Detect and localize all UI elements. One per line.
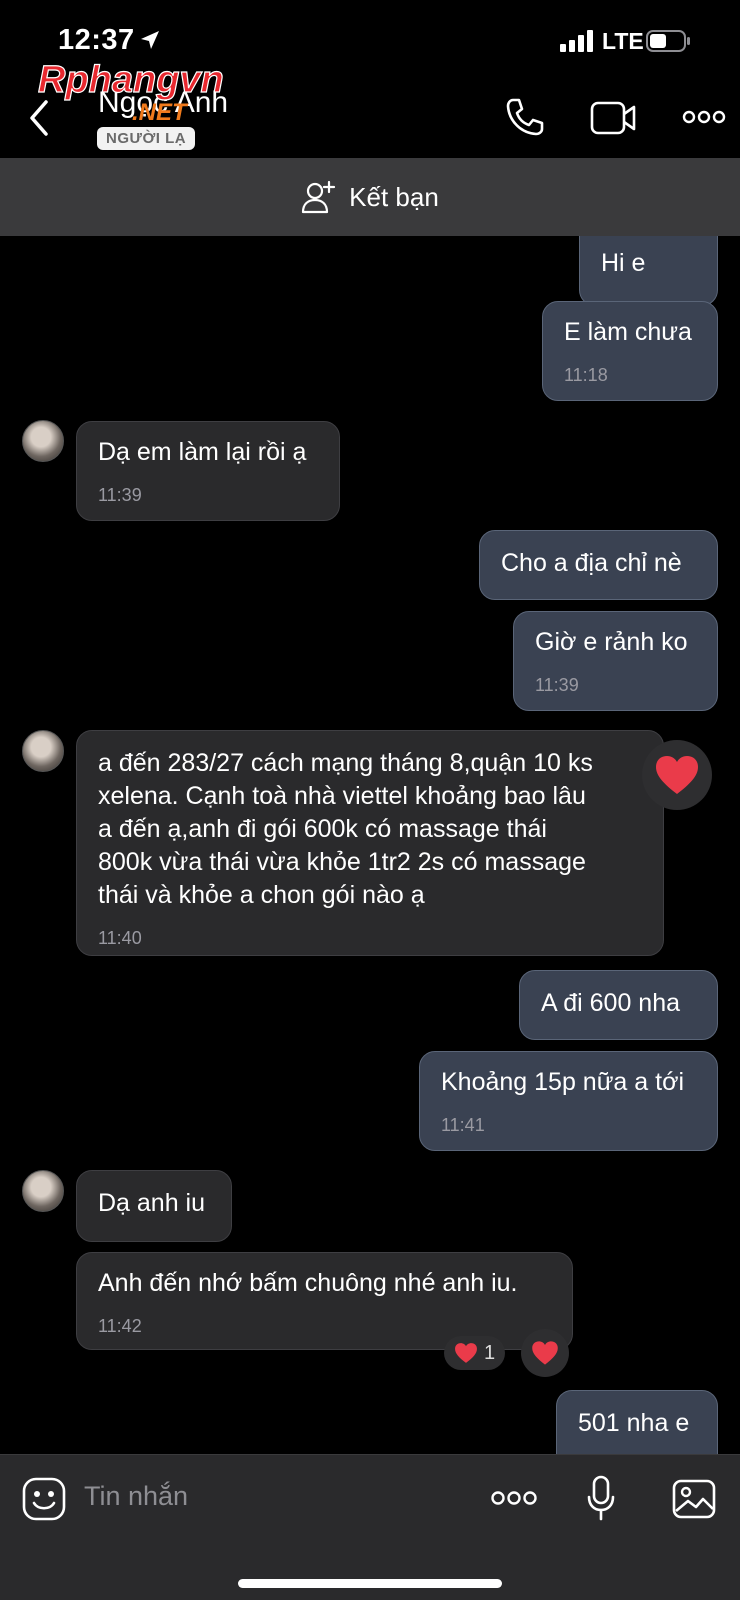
message-text: 501 nha e bbox=[578, 1409, 690, 1437]
message-bubble-incoming[interactable]: a đến 283/27 cách mạng tháng 8,quận 10 k… bbox=[76, 730, 664, 956]
message-bubble-outgoing[interactable]: Giờ e rảnh ko 11:39 bbox=[513, 611, 718, 711]
image-gallery-icon[interactable] bbox=[672, 1479, 716, 1519]
message-bubble-outgoing[interactable]: Hi e bbox=[579, 236, 718, 306]
message-bubble-outgoing[interactable]: A đi 600 nha bbox=[519, 970, 718, 1040]
status-time: 12:37 bbox=[58, 24, 135, 56]
heart-icon bbox=[656, 756, 698, 794]
message-input-bar: Tin nhắn bbox=[0, 1454, 740, 1600]
message-input[interactable]: Tin nhắn bbox=[84, 1481, 188, 1512]
svg-text:.NET: .NET bbox=[132, 99, 189, 122]
more-options-icon[interactable] bbox=[682, 108, 726, 126]
message-bubble-outgoing[interactable]: 501 nha e bbox=[556, 1390, 718, 1454]
sticker-emoji-icon[interactable] bbox=[22, 1477, 66, 1521]
add-friend-bar[interactable]: Kết bạn bbox=[0, 158, 740, 236]
phone-call-icon[interactable] bbox=[504, 96, 546, 138]
message-text: Cho a địa chỉ nè bbox=[501, 549, 682, 577]
message-time: 11:39 bbox=[535, 675, 579, 695]
message-text: Anh đến nhớ bấm chuông nhé anh iu. bbox=[98, 1269, 518, 1297]
message-time: 11:40 bbox=[98, 928, 142, 948]
message-bubble-outgoing[interactable]: Cho a địa chỉ nè bbox=[479, 530, 718, 600]
add-friend-icon bbox=[302, 180, 336, 214]
message-text: E làm chưa bbox=[564, 318, 692, 346]
location-arrow-icon bbox=[141, 31, 159, 49]
battery-icon bbox=[646, 30, 690, 52]
message-time: 11:39 bbox=[98, 485, 142, 505]
heart-reaction-button[interactable] bbox=[521, 1329, 569, 1377]
message-text: Dạ anh iu bbox=[98, 1189, 206, 1217]
reaction-count-pill[interactable]: 1 bbox=[444, 1336, 506, 1370]
message-list[interactable]: Hi e E làm chưa 11:18 Dạ em làm lại rồi … bbox=[0, 236, 740, 1454]
heart-reaction-badge[interactable] bbox=[642, 740, 712, 810]
svg-text:Rphangvn: Rphangvn bbox=[38, 59, 224, 101]
video-call-icon[interactable] bbox=[590, 100, 636, 136]
avatar[interactable] bbox=[22, 1170, 64, 1212]
signal-bars-icon bbox=[560, 30, 593, 52]
microphone-icon[interactable] bbox=[586, 1475, 616, 1521]
message-text: A đi 600 nha bbox=[541, 989, 681, 1017]
more-actions-icon[interactable] bbox=[490, 1489, 538, 1507]
home-indicator[interactable] bbox=[238, 1579, 502, 1588]
message-text: a đến 283/27 cách mạng tháng 8,quận 10 k… bbox=[98, 749, 593, 909]
avatar[interactable] bbox=[22, 420, 64, 462]
network-type: LTE bbox=[602, 28, 644, 54]
message-bubble-outgoing[interactable]: Khoảng 15p nữa a tới 11:41 bbox=[419, 1051, 718, 1151]
stranger-badge: NGƯỜI LẠ bbox=[97, 127, 196, 150]
message-bubble-outgoing[interactable]: E làm chưa 11:18 bbox=[542, 301, 718, 401]
watermark-logo: Rphangvn .NET bbox=[37, 58, 224, 122]
message-text: Hi e bbox=[601, 249, 646, 277]
message-text: Dạ em làm lại rồi ạ bbox=[98, 438, 307, 466]
message-text: Giờ e rảnh ko bbox=[535, 628, 688, 656]
heart-icon bbox=[532, 1341, 558, 1365]
message-bubble-incoming[interactable]: Dạ anh iu bbox=[76, 1170, 232, 1242]
message-time: 11:18 bbox=[564, 365, 608, 385]
heart-icon bbox=[455, 1343, 477, 1363]
reaction-count: 1 bbox=[484, 1341, 496, 1364]
add-friend-label: Kết bạn bbox=[349, 181, 439, 212]
message-time: 11:41 bbox=[441, 1115, 485, 1135]
message-bubble-incoming[interactable]: Dạ em làm lại rồi ạ 11:39 bbox=[76, 421, 340, 521]
message-text: Khoảng 15p nữa a tới bbox=[441, 1068, 685, 1096]
avatar[interactable] bbox=[22, 730, 64, 772]
message-bubble-incoming[interactable]: Anh đến nhớ bấm chuông nhé anh iu. 11:42 bbox=[76, 1252, 573, 1350]
